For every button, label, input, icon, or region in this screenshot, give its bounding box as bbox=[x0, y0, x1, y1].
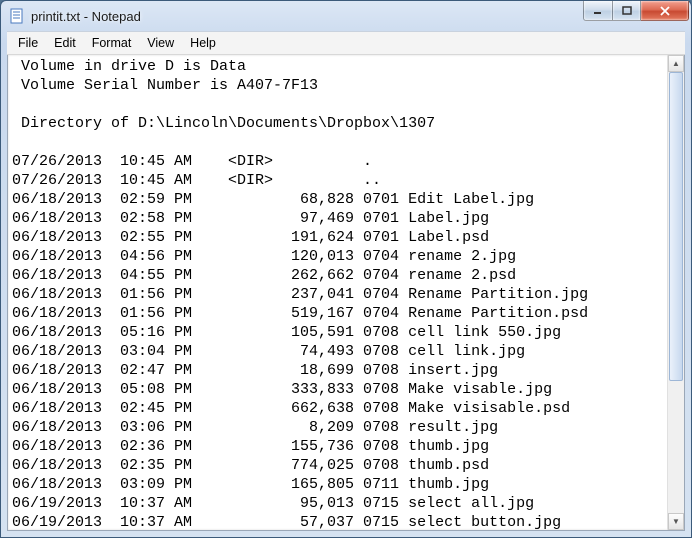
scroll-up-button[interactable]: ▲ bbox=[668, 55, 684, 72]
menu-edit[interactable]: Edit bbox=[47, 34, 83, 52]
window-title: printit.txt - Notepad bbox=[31, 9, 583, 24]
scroll-thumb[interactable] bbox=[669, 72, 683, 381]
window-controls bbox=[583, 1, 689, 31]
menu-format[interactable]: Format bbox=[85, 34, 139, 52]
scroll-track[interactable] bbox=[668, 72, 684, 513]
menu-help[interactable]: Help bbox=[183, 34, 223, 52]
minimize-button[interactable] bbox=[583, 1, 613, 21]
menubar: File Edit Format View Help bbox=[7, 31, 685, 55]
notepad-icon bbox=[9, 8, 25, 24]
notepad-window: printit.txt - Notepad File Edit Format V… bbox=[0, 0, 692, 538]
titlebar[interactable]: printit.txt - Notepad bbox=[1, 1, 691, 31]
text-content[interactable]: Volume in drive D is Data Volume Serial … bbox=[8, 55, 684, 530]
client-area: Volume in drive D is Data Volume Serial … bbox=[7, 55, 685, 531]
menu-file[interactable]: File bbox=[11, 34, 45, 52]
scroll-down-button[interactable]: ▼ bbox=[668, 513, 684, 530]
vertical-scrollbar[interactable]: ▲ ▼ bbox=[667, 55, 684, 530]
maximize-button[interactable] bbox=[613, 1, 641, 21]
menu-view[interactable]: View bbox=[140, 34, 181, 52]
close-button[interactable] bbox=[641, 1, 689, 21]
